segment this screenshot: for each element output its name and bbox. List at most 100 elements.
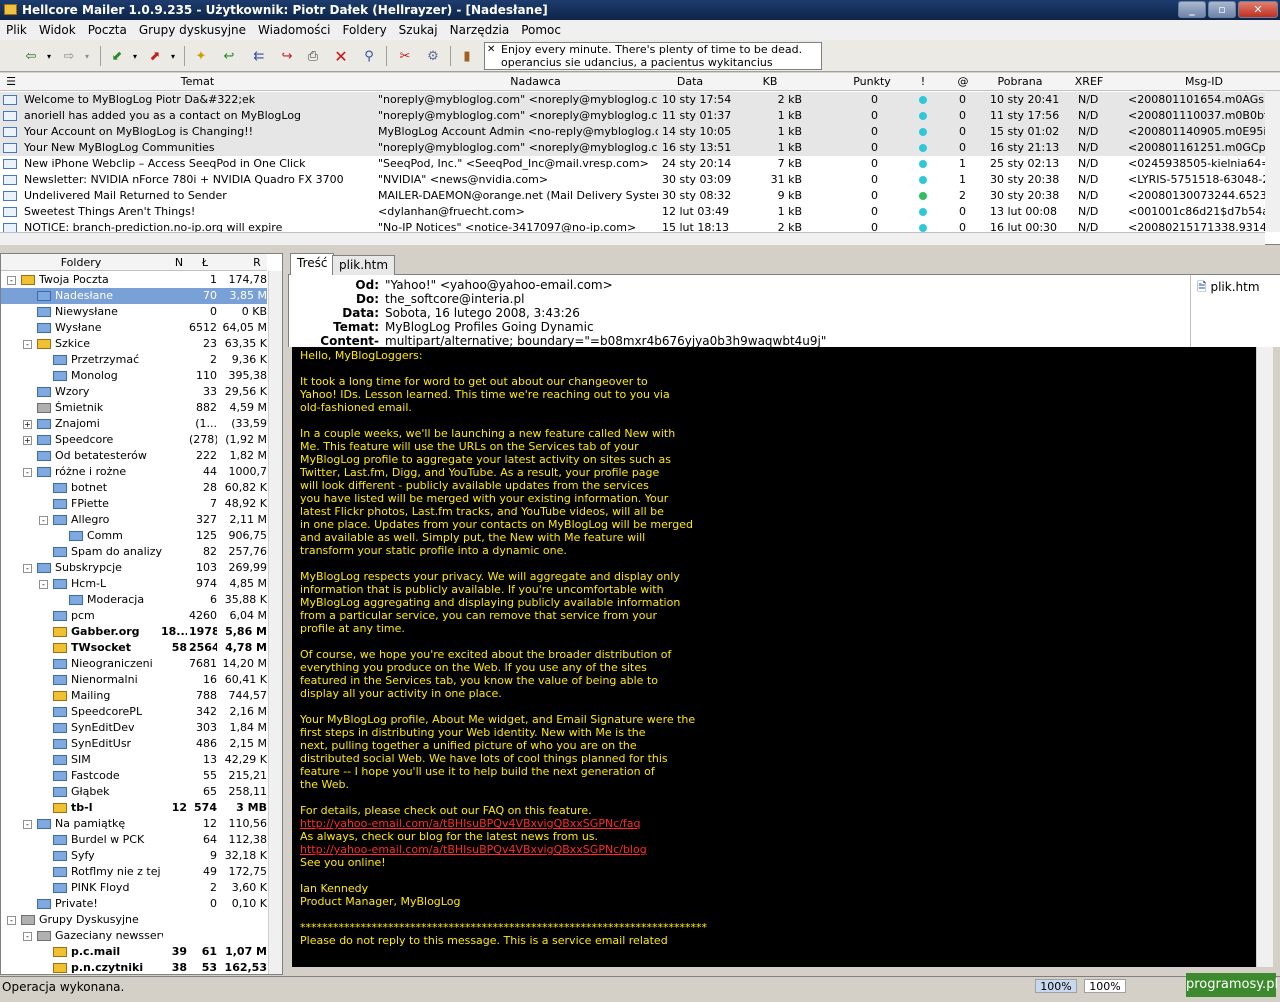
receive-mail-icon[interactable]: ⬋ bbox=[108, 47, 126, 65]
folder-item[interactable]: Głąbek 65 258,11 bbox=[1, 784, 267, 800]
tree-expander-icon[interactable]: + bbox=[23, 420, 32, 429]
folder-item[interactable]: - Subskrypcje 103 269,99 bbox=[1, 560, 267, 576]
folder-column-header[interactable]: R bbox=[247, 256, 267, 269]
folder-column-header[interactable]: N bbox=[169, 256, 189, 269]
menu-item[interactable]: Foldery bbox=[336, 23, 392, 37]
folder-item[interactable]: Fastcode 55 215,21 bbox=[1, 768, 267, 784]
forward-message-icon[interactable]: ↪ bbox=[278, 47, 296, 65]
folder-item[interactable]: Nieograniczeni 7681 14,20 M bbox=[1, 656, 267, 672]
tree-expander-icon[interactable]: - bbox=[7, 276, 16, 285]
column-header[interactable]: @ bbox=[950, 75, 976, 88]
folder-item[interactable]: Private! 0 0,10 K bbox=[1, 896, 267, 912]
folder-item[interactable]: Moderacja 6 35,88 K bbox=[1, 592, 267, 608]
folder-item[interactable]: Gabber.org 18... 1978 5,86 M bbox=[1, 624, 267, 640]
folder-item[interactable]: + Znajomi (1... (33,59 bbox=[1, 416, 267, 432]
folder-item[interactable]: Mailing 788 744,57 bbox=[1, 688, 267, 704]
folder-item[interactable]: Nienormalni 16 60,41 K bbox=[1, 672, 267, 688]
message-row[interactable]: Your Account on MyBlogLog is Changing!! M… bbox=[0, 124, 1268, 140]
folder-item[interactable]: - Gazeciany newsserwer bbox=[1, 928, 267, 944]
message-body-scrollbar[interactable] bbox=[1256, 347, 1273, 967]
folder-item[interactable]: - Grupy Dyskusyjne bbox=[1, 912, 267, 928]
folder-item[interactable]: - Na pamiątkę 12 110,56 bbox=[1, 816, 267, 832]
folder-item[interactable]: Nadesłane 70 3,85 M bbox=[1, 288, 267, 304]
message-row[interactable]: anoriell has added you as a contact on M… bbox=[0, 108, 1268, 124]
message-list-scrollbar[interactable] bbox=[1265, 91, 1280, 232]
menu-item[interactable]: Widok bbox=[33, 23, 82, 37]
folder-item[interactable]: Wzory 33 29,56 K bbox=[1, 384, 267, 400]
tools-icon[interactable]: ✂ bbox=[396, 47, 414, 65]
folder-item[interactable]: Niewysłane 0 0 KB bbox=[1, 304, 267, 320]
column-header[interactable]: KB bbox=[740, 75, 800, 88]
column-header[interactable]: Msg-ID bbox=[1128, 75, 1280, 88]
folder-item[interactable]: p.c.mail 39 61 1,07 M bbox=[1, 944, 267, 960]
tab-plik-htm[interactable]: plik.htm bbox=[332, 255, 396, 275]
tree-expander-icon[interactable]: - bbox=[23, 564, 32, 573]
folder-item[interactable]: FPiette 7 48,92 K bbox=[1, 496, 267, 512]
print-icon[interactable]: ⎙ bbox=[304, 47, 322, 65]
folder-tree-scrollbar[interactable] bbox=[268, 271, 282, 974]
column-header[interactable]: Pobrana bbox=[980, 75, 1060, 88]
column-header[interactable]: Temat bbox=[20, 75, 375, 88]
tree-expander-icon[interactable]: - bbox=[23, 468, 32, 477]
blog-link[interactable]: http://yahoo-email.com/a/tBHIsuBPQv4VBxv… bbox=[300, 843, 647, 856]
forward-icon[interactable]: ⇨ bbox=[60, 47, 78, 65]
folder-item[interactable]: Comm 125 906,75 bbox=[1, 528, 267, 544]
tree-expander-icon[interactable]: - bbox=[7, 916, 16, 925]
column-header[interactable]: Punkty bbox=[822, 75, 922, 88]
folder-item[interactable]: Monolog 110 395,38 bbox=[1, 368, 267, 384]
message-row[interactable]: Undelivered Mail Returned to Sender MAILE… bbox=[0, 188, 1268, 204]
message-list-hscrollbar[interactable] bbox=[0, 232, 1265, 245]
send-mail-icon[interactable]: ⬈ bbox=[146, 47, 164, 65]
faq-link[interactable]: http://yahoo-email.com/a/tBHIsuBPQv4VBxv… bbox=[300, 817, 641, 830]
folder-column-header[interactable]: Foldery bbox=[41, 256, 121, 269]
folder-item[interactable]: - Twoja Poczta 1 174,78 bbox=[1, 272, 267, 288]
folder-item[interactable]: - Allegro 327 2,11 M bbox=[1, 512, 267, 528]
message-row[interactable]: Welcome to MyBlogLog Piotr Da&#322;ek "no… bbox=[0, 92, 1268, 108]
folder-item[interactable]: Rotflmy nie z tej ziemi! 49 172,75 bbox=[1, 864, 267, 880]
delete-icon[interactable]: ✕ bbox=[332, 47, 350, 66]
message-row[interactable]: Your New MyBlogLog Communities "noreply@m… bbox=[0, 140, 1268, 156]
folder-item[interactable]: PINK Floyd 2 3,60 K bbox=[1, 880, 267, 896]
menu-item[interactable]: Plik bbox=[0, 23, 33, 37]
folder-item[interactable]: - Szkice 23 63,35 K bbox=[1, 336, 267, 352]
back-dropdown-icon[interactable]: ▾ bbox=[40, 47, 58, 65]
tree-expander-icon[interactable]: - bbox=[23, 340, 32, 349]
message-row[interactable]: New iPhone Webclip – Access SeeqPod in O… bbox=[0, 156, 1268, 172]
tree-expander-icon[interactable]: - bbox=[39, 516, 48, 525]
address-book-icon[interactable]: ▮ bbox=[458, 47, 476, 65]
tree-expander-icon[interactable]: - bbox=[39, 580, 48, 589]
message-row[interactable]: Sweetest Things Aren't Things! <dylanhan@… bbox=[0, 204, 1268, 220]
folder-item[interactable]: TWsocket 58 2564 4,78 M bbox=[1, 640, 267, 656]
motd-close-icon[interactable]: ✕ bbox=[487, 43, 495, 56]
folder-item[interactable]: pcm 4260 6,04 M bbox=[1, 608, 267, 624]
menu-item[interactable]: Szukaj bbox=[393, 23, 444, 37]
column-header[interactable]: ! bbox=[912, 75, 934, 88]
folder-item[interactable]: p.n.czytniki 38 53 162,53 bbox=[1, 960, 267, 974]
folder-item[interactable]: Wysłane 6512 64,05 M bbox=[1, 320, 267, 336]
folder-item[interactable]: SynEditUsr 486 2,15 M bbox=[1, 736, 267, 752]
tree-expander-icon[interactable]: - bbox=[23, 932, 32, 941]
back-icon[interactable]: ⇦ bbox=[22, 47, 40, 65]
folder-item[interactable]: Przetrzymać 2 9,36 K bbox=[1, 352, 267, 368]
folder-item[interactable]: SynEditDev 303 1,84 M bbox=[1, 720, 267, 736]
folder-item[interactable]: Burdel w PCK 64 112,38 bbox=[1, 832, 267, 848]
reply-all-icon[interactable]: ⇇ bbox=[250, 47, 268, 65]
folder-item[interactable]: Śmietnik 882 4,59 M bbox=[1, 400, 267, 416]
forward-dropdown-icon[interactable]: ▾ bbox=[78, 47, 96, 65]
folder-item[interactable]: Od betatesterów 222 1,82 M bbox=[1, 448, 267, 464]
folder-item[interactable]: - Hcm-L 974 4,85 M bbox=[1, 576, 267, 592]
receive-dropdown-icon[interactable]: ▾ bbox=[126, 47, 144, 65]
folder-item[interactable]: SIM 13 42,29 K bbox=[1, 752, 267, 768]
menu-item[interactable]: Grupy dyskusyjne bbox=[133, 23, 252, 37]
message-row[interactable]: Newsletter: NVIDIA nForce 780i + NVIDIA … bbox=[0, 172, 1268, 188]
folder-column-header[interactable]: Ł bbox=[193, 256, 217, 269]
column-header[interactable]: Nadawca bbox=[378, 75, 693, 88]
search-icon[interactable]: ⚲ bbox=[360, 47, 378, 65]
attachment-name[interactable]: plik.htm bbox=[1210, 280, 1259, 294]
folder-item[interactable]: botnet 28 60,82 K bbox=[1, 480, 267, 496]
menu-item[interactable]: Wiadomości bbox=[252, 23, 336, 37]
new-message-icon[interactable]: ✦ bbox=[192, 47, 210, 65]
maximize-button[interactable]: ▫ bbox=[1208, 1, 1236, 18]
folder-item[interactable]: SpeedcorePL 342 2,16 M bbox=[1, 704, 267, 720]
column-header[interactable]: XREF bbox=[1064, 75, 1114, 88]
